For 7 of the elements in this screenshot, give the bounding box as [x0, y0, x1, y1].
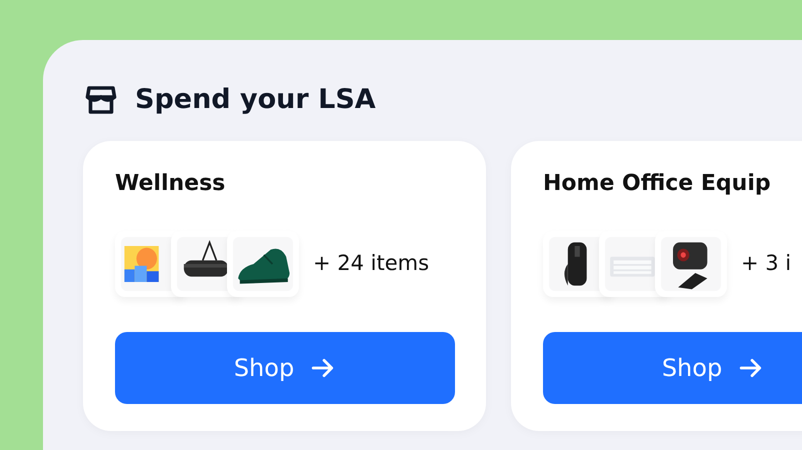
more-items-count: + 24 items	[313, 250, 430, 277]
shop-button[interactable]: Shop	[543, 332, 802, 404]
shop-button[interactable]: Shop	[115, 332, 455, 404]
more-items-count: + 3 i	[741, 250, 792, 277]
category-title: Wellness	[115, 170, 226, 198]
category-title: Home Office Equip	[543, 170, 772, 198]
section-heading: Spend your LSA	[135, 83, 376, 117]
